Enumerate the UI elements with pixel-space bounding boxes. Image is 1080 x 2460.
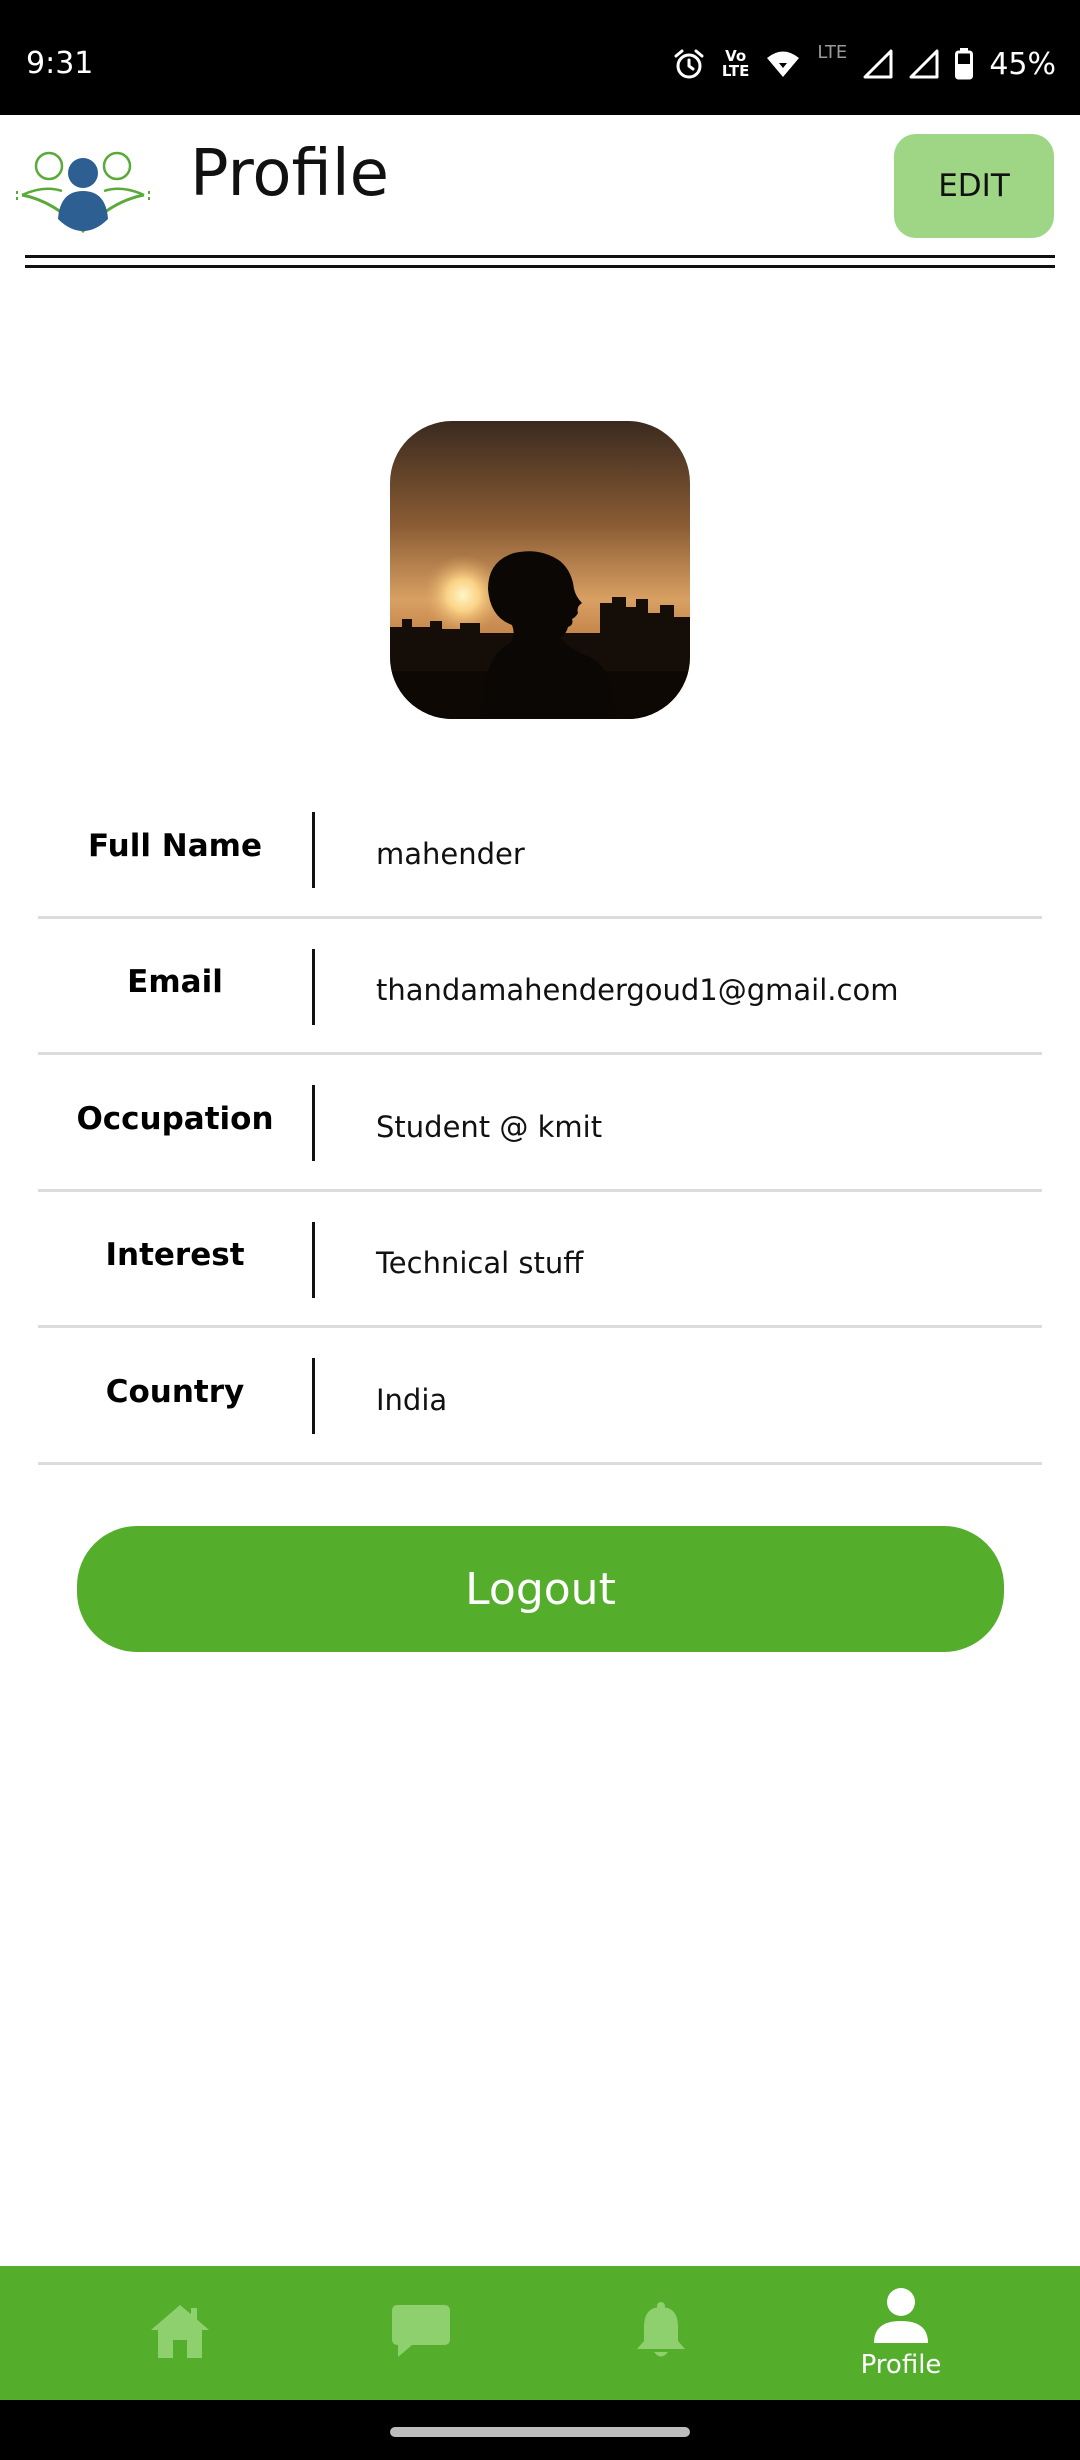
column-divider <box>312 1221 315 1298</box>
battery-percent: 45% <box>989 46 1056 82</box>
home-gesture-handle[interactable] <box>390 2427 690 2437</box>
app-header: Profile EDIT <box>0 115 1080 270</box>
field-value: mahender <box>376 836 525 871</box>
field-value: thandamahendergoud1@gmail.com <box>376 973 899 1008</box>
nav-item-notifications[interactable] <box>591 2266 731 2400</box>
logout-button[interactable]: Logout <box>77 1526 1004 1652</box>
table-row: Interest Technical stuff <box>38 1192 1042 1328</box>
column-divider <box>312 948 315 1025</box>
table-row: Email thandamahendergoud1@gmail.com <box>38 919 1042 1055</box>
status-bar: 9:31 Vo LTE LTE 45% <box>0 0 1080 115</box>
profile-photo[interactable] <box>390 421 690 719</box>
system-gesture-area <box>0 2400 1080 2460</box>
status-icons: Vo LTE LTE 45% <box>672 41 1056 84</box>
people-logo-icon <box>14 133 152 243</box>
page-title: Profile <box>190 137 389 211</box>
bottom-nav: Profile <box>0 2266 1080 2400</box>
nav-item-chat[interactable] <box>351 2266 491 2400</box>
header-divider-bottom <box>25 265 1055 268</box>
status-time: 9:31 <box>26 46 94 81</box>
profile-info-table: Full Name mahender Email thandamahenderg… <box>38 782 1042 1465</box>
field-label: Country <box>105 1373 245 1410</box>
wifi-icon <box>765 49 801 79</box>
table-row: Country India <box>38 1328 1042 1465</box>
edit-button[interactable]: EDIT <box>894 134 1054 238</box>
column-divider <box>312 1358 315 1434</box>
alarm-icon <box>672 47 706 81</box>
signal-icon <box>909 49 939 79</box>
volte-bottom-label: LTE <box>721 62 750 80</box>
nav-label-profile: Profile <box>860 2349 942 2380</box>
column-divider <box>312 1085 315 1161</box>
field-value: Student @ kmit <box>376 1109 603 1144</box>
field-label: Full Name <box>88 827 262 864</box>
person-icon <box>872 2287 930 2348</box>
field-value: Technical stuff <box>376 1246 584 1281</box>
table-row: Full Name mahender <box>38 782 1042 919</box>
battery-icon <box>955 48 974 80</box>
table-row: Occupation Student @ kmit <box>38 1055 1042 1192</box>
field-label: Occupation <box>76 1100 274 1137</box>
field-value: India <box>376 1382 448 1417</box>
field-label: Interest <box>105 1237 245 1274</box>
bell-icon <box>634 2301 688 2366</box>
home-icon <box>149 2302 211 2365</box>
volte-icon: Vo LTE <box>722 49 750 79</box>
chat-icon <box>390 2303 452 2364</box>
nav-item-home[interactable] <box>110 2266 250 2400</box>
field-label: Email <box>127 964 223 1001</box>
nav-item-profile[interactable]: Profile <box>831 2266 971 2400</box>
network-type: LTE <box>817 41 848 63</box>
column-divider <box>312 812 315 888</box>
header-divider-top <box>25 255 1055 258</box>
signal-icon <box>863 49 893 79</box>
